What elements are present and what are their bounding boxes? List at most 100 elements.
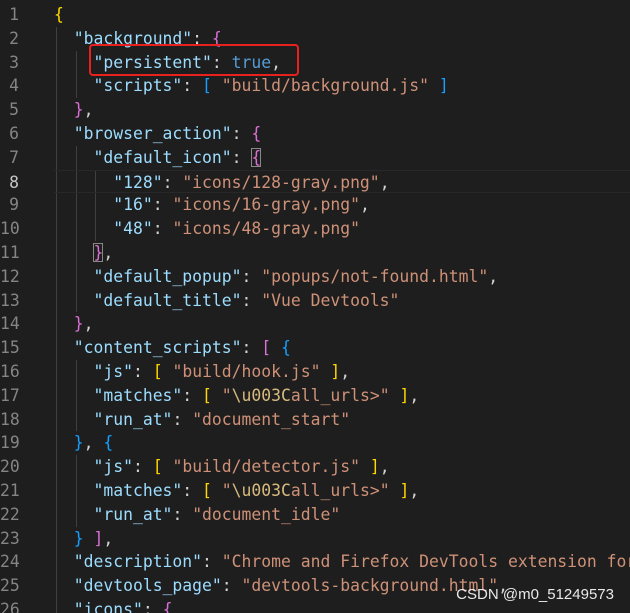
code-token: [	[202, 385, 212, 405]
code-token: ,	[83, 314, 94, 334]
code-token: "	[221, 481, 232, 500]
line-number: 25	[0, 576, 20, 596]
code-token: "js"	[93, 362, 133, 381]
code-editor[interactable]: 1{2 "background": {3 "persistent": true,…	[0, 0, 630, 613]
code-token: "build/background.js"	[221, 76, 430, 96]
line-content[interactable]: "js": [ "build/hook.js" ],	[54, 360, 350, 384]
code-line[interactable]: 21 "matches": [ "\u003Call_urls>" ],	[0, 479, 630, 503]
line-content[interactable]: "browser_action": {	[54, 122, 262, 146]
line-content[interactable]: "16": "icons/16-gray.png",	[54, 193, 370, 217]
line-content[interactable]: "js": [ "build/detector.js" ],	[54, 455, 389, 479]
line-number: 2	[9, 28, 19, 48]
line-content[interactable]: "scripts": [ "build/background.js" ]	[54, 74, 448, 98]
line-content[interactable]: "devtools_page": "devtools-background.ht…	[54, 574, 508, 598]
code-line[interactable]: 5 },	[0, 98, 630, 122]
code-line[interactable]: 10 "48": "icons/48-gray.png"	[0, 217, 630, 241]
code-line[interactable]: 12 "default_popup": "popups/not-found.ht…	[0, 265, 630, 289]
code-line[interactable]: 8 "128": "icons/128-gray.png",	[9, 169, 630, 195]
code-token: "Chrome and Firefox DevTools extension f…	[221, 552, 630, 572]
code-line[interactable]: 13 "default_title": "Vue Devtools"	[0, 289, 630, 313]
code-line[interactable]: 15 "content_scripts": [ {	[0, 336, 630, 360]
line-number: 4	[9, 76, 19, 96]
code-token: [	[152, 362, 163, 381]
code-token: "16"	[113, 195, 153, 215]
code-line[interactable]: 22 "run_at": "document_idle"	[0, 503, 630, 527]
code-token: "default_popup"	[93, 266, 242, 286]
code-token: :	[182, 385, 203, 405]
code-line[interactable]: 9 "16": "icons/16-gray.png",	[0, 193, 630, 217]
line-content[interactable]: },	[54, 98, 94, 122]
code-token: "build/detector.js"	[172, 457, 360, 477]
line-content[interactable]: "run_at": "document_start"	[54, 408, 350, 432]
line-number: 6	[9, 124, 19, 143]
code-token: all_urls>"	[290, 385, 390, 405]
line-content[interactable]: "default_title": "Vue Devtools"	[54, 289, 399, 313]
code-token: "scripts"	[93, 76, 183, 96]
code-token: \u003C	[231, 385, 291, 405]
line-content[interactable]: {	[54, 3, 64, 27]
code-token: ]	[369, 457, 380, 477]
code-token: all_urls>"	[290, 481, 390, 500]
code-line[interactable]: 4 "scripts": [ "build/background.js" ]	[0, 74, 630, 98]
code-token: ]	[399, 385, 410, 405]
line-content[interactable]: "content_scripts": [ {	[54, 336, 291, 360]
code-line[interactable]: 16 "js": [ "build/hook.js" ],	[0, 360, 630, 384]
code-token: {	[281, 338, 291, 358]
code-line[interactable]: 24 "description": "Chrome and Firefox De…	[0, 550, 630, 574]
line-content[interactable]: "icons": {	[54, 598, 173, 613]
code-line[interactable]: 6 "browser_action": {	[0, 122, 630, 146]
code-line[interactable]: 19 }, {	[0, 431, 630, 455]
line-number: 3	[9, 52, 19, 72]
code-line[interactable]: 14 },	[0, 312, 630, 336]
code-token: ]	[93, 528, 104, 548]
code-token: ,	[340, 362, 351, 381]
line-content[interactable]: "128": "icons/128-gray.png",	[54, 171, 389, 195]
code-token: {	[54, 5, 64, 24]
line-content[interactable]: "matches": [ "\u003Call_urls>" ],	[54, 384, 419, 408]
code-line[interactable]: 17 "matches": [ "\u003Call_urls>" ],	[0, 384, 630, 408]
matched-bracket: {	[251, 147, 262, 167]
line-content[interactable]: "default_icon": {	[54, 146, 262, 170]
line-number: 8	[9, 172, 19, 192]
code-token: "default_icon"	[93, 147, 232, 167]
code-token: :	[132, 457, 153, 477]
line-content[interactable]: },	[54, 312, 94, 336]
code-token: [	[261, 338, 272, 358]
code-token: :	[202, 552, 222, 572]
line-content[interactable]: "matches": [ "\u003Call_urls>" ],	[54, 479, 419, 503]
line-content[interactable]: "default_popup": "popups/not-found.html"…	[54, 265, 498, 289]
code-token: :	[182, 481, 203, 500]
line-content[interactable]: "run_at": "document_idle"	[54, 503, 340, 527]
line-content[interactable]: }, {	[54, 431, 114, 455]
code-token: :	[162, 172, 183, 192]
code-token: "Vue Devtools"	[261, 290, 400, 310]
line-content[interactable]: } ],	[54, 527, 114, 551]
line-content[interactable]: },	[54, 241, 113, 265]
line-number: 5	[9, 100, 19, 120]
code-token: }	[73, 100, 84, 120]
code-line[interactable]: 7 "default_icon": {	[0, 146, 630, 170]
line-number: 17	[0, 385, 20, 405]
code-token: "icons"	[73, 600, 143, 613]
code-line[interactable]: 11 },	[0, 241, 630, 265]
code-line[interactable]: 20 "js": [ "build/detector.js" ],	[0, 455, 630, 479]
code-token: :	[241, 290, 262, 310]
code-token: :	[172, 409, 193, 429]
code-line[interactable]: 18 "run_at": "document_start"	[0, 408, 630, 432]
code-token: \u003C	[231, 481, 291, 500]
code-line[interactable]: 1{	[0, 3, 630, 27]
code-line[interactable]: 23 } ],	[0, 527, 630, 551]
line-content[interactable]: "description": "Chrome and Firefox DevTo…	[54, 550, 630, 574]
line-content[interactable]: "48": "icons/48-gray.png"	[54, 217, 360, 241]
code-token: "content_scripts"	[73, 338, 242, 358]
